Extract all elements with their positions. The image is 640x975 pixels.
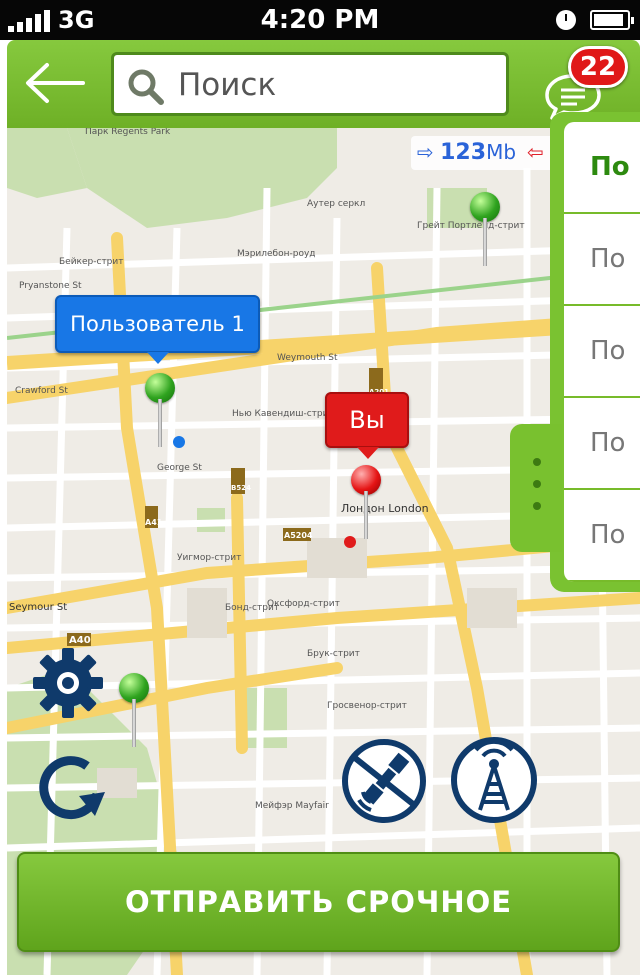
map-street-label: Мейфэр Mayfair [255, 801, 329, 811]
map-road-number: A5204 [284, 531, 313, 540]
status-time: 4:20 PM [260, 5, 380, 35]
self-label[interactable]: Вы [325, 392, 409, 459]
refresh-button[interactable] [35, 752, 109, 822]
map-street-label: Weymouth St [277, 353, 338, 363]
satellite-toggle-button[interactable] [341, 738, 427, 824]
upload-unit: Mb [486, 140, 517, 164]
contact-item[interactable]: По [564, 306, 640, 398]
unread-badge: 22 [568, 46, 628, 88]
map-road-number: A41 [145, 518, 163, 527]
map-street-label: Crawford St [15, 386, 68, 396]
map-street-label: Бонд-стрит [225, 603, 279, 613]
status-bar: 3G 4:20 PM [0, 0, 640, 40]
contacts-panel: По По По По По [550, 112, 640, 592]
alarm-icon [556, 10, 576, 30]
map-street-label: Нью Кавендиш-стрит [232, 409, 334, 419]
map-street-label: Уигмор-стрит [177, 553, 241, 563]
map-road-number: B524 [231, 484, 251, 492]
map-street-label: Бейкер-стрит [59, 257, 124, 267]
download-icon: ⇦ [527, 140, 544, 164]
contact-item[interactable]: По [564, 122, 640, 214]
user-1-label[interactable]: Пользователь 1 [55, 295, 260, 364]
map-street-label: Парк Regents Park [85, 128, 171, 137]
upload-icon: ⇨ [417, 140, 434, 164]
top-bar [7, 40, 640, 128]
user-pin[interactable] [470, 192, 500, 272]
user-pin[interactable] [119, 673, 149, 753]
contact-item[interactable]: По [564, 490, 640, 582]
self-pin[interactable] [351, 465, 381, 545]
map-road-number: A40 [69, 635, 91, 646]
user-1-location-dot [173, 436, 185, 448]
satellite-off-icon [342, 739, 426, 823]
map-street-label: George St [157, 463, 202, 473]
contacts-list: По По По По По [564, 122, 640, 582]
map-street-label: Аутер серкл [307, 199, 365, 209]
map-street-label: Брук-стрит [307, 649, 360, 659]
gear-icon [33, 648, 103, 718]
search-box[interactable] [111, 52, 509, 116]
map-street-label: Мэрилебон-роуд [237, 249, 316, 259]
radio-tower-icon [451, 737, 537, 823]
signal-tower-button[interactable] [450, 736, 538, 824]
refresh-icon [39, 756, 105, 820]
back-button[interactable] [21, 58, 87, 108]
search-input[interactable] [178, 63, 498, 107]
self-location-dot [344, 536, 356, 548]
contact-item[interactable]: По [564, 398, 640, 490]
map-street-label: Гросвенор-стрит [327, 701, 407, 711]
upload-value: 123 [440, 140, 487, 165]
search-icon [128, 69, 164, 105]
battery-icon [590, 10, 634, 30]
map-street-label: Seymour St [9, 602, 67, 613]
panel-drag-handle[interactable] [510, 424, 562, 552]
user-1-pin[interactable] [145, 373, 175, 453]
settings-button[interactable] [31, 646, 105, 720]
upload-traffic: ⇨ 123Mb [417, 140, 516, 165]
send-urgent-message-button[interactable]: ОТПРАВИТЬ СРОЧНОЕ СООБЩЕНИЕ [17, 852, 620, 952]
map-street-label: Pryanstone St [19, 281, 82, 291]
contact-item[interactable]: По [564, 214, 640, 306]
arrow-left-icon [26, 63, 85, 103]
